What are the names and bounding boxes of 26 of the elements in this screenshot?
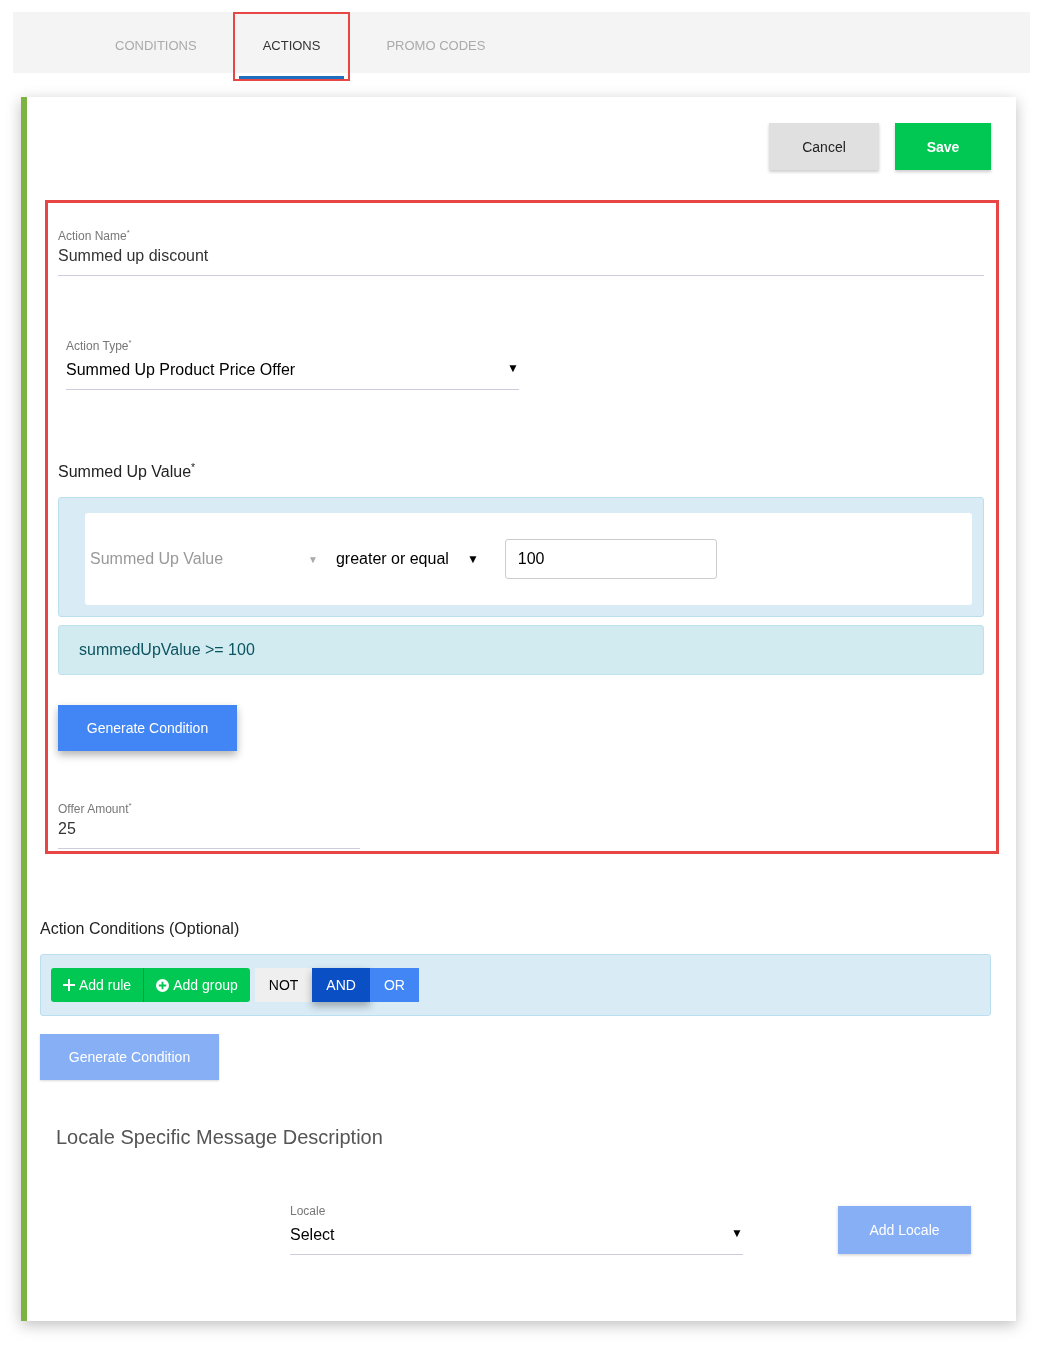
section-heading: Summed Up Value$^{*}$ (58, 462, 197, 482)
caret-icon: ▼ (731, 1226, 743, 1240)
plus-icon (63, 979, 75, 991)
combinator-toggle[interactable]: OR (369, 968, 419, 1002)
combinator-toggle[interactable]: AND (312, 968, 370, 1002)
generate-condition-button[interactable]: Generate Condition (58, 705, 237, 752)
combinator-toggle[interactable]: NOT (254, 968, 313, 1002)
expression-text: summedUpValue >= 100 (58, 625, 984, 676)
field-label: Action Name$^{*}$ (58, 228, 131, 243)
caret-icon: ▼ (507, 361, 519, 375)
value-input[interactable]: 100 (504, 539, 717, 580)
tab[interactable]: ACTIONS (238, 14, 345, 79)
cancel-button[interactable]: Cancel (769, 123, 879, 170)
caret-icon: ▼ (466, 552, 479, 567)
field-label: Action Type$^{*}$ (66, 338, 133, 353)
caret-icon: ▼ (308, 553, 318, 565)
plus-circle-icon (156, 978, 170, 992)
field-label: Locale (290, 1204, 327, 1218)
section-heading: Locale Specific Message Description (56, 1126, 384, 1149)
locale-select[interactable]: Select (290, 1226, 335, 1244)
action-type-select[interactable]: Summed Up Product Price Offer (66, 361, 296, 379)
operator-select[interactable]: greater or equal (335, 550, 449, 569)
offer-amount-field[interactable]: 25 (58, 820, 360, 839)
field-label: Offer Amount$^{*}$ (58, 801, 133, 817)
action-name-field[interactable]: Summed up discount (58, 247, 984, 265)
section-heading: Action Conditions (Optional) (40, 920, 241, 938)
